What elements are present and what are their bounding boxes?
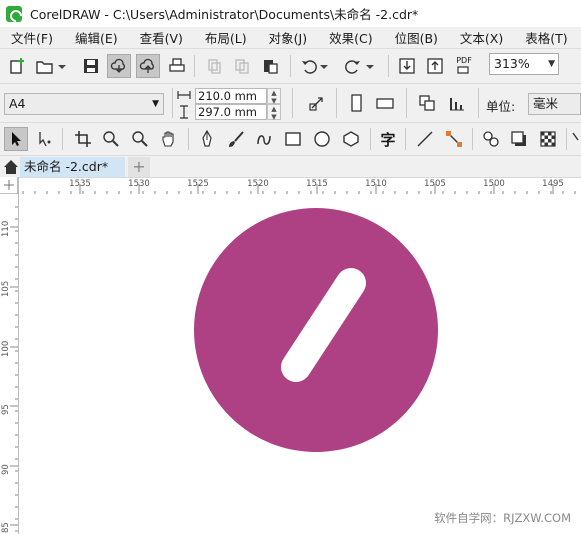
save-icon[interactable] — [80, 55, 102, 77]
window-title: CorelDRAW - C:\Users\Administrator\Docum… — [30, 7, 419, 22]
shadow-tool-icon[interactable] — [508, 128, 530, 150]
redo-icon[interactable] — [342, 55, 364, 77]
height-spinner[interactable]: ▲ ▼ — [267, 104, 281, 121]
current-page-icon[interactable] — [446, 92, 468, 114]
ruler-label: 1515 — [306, 179, 328, 189]
open-icon[interactable] — [34, 55, 56, 77]
page-size-chevron-icon: ▼ — [152, 99, 159, 109]
ruler-origin-corner[interactable] — [0, 177, 18, 194]
zoom-level-field[interactable]: 313% ▼ — [489, 53, 559, 75]
menu-object[interactable]: 对象(J) — [258, 28, 318, 47]
zoom-dropdown-chevron-icon[interactable]: ▼ — [548, 54, 555, 74]
ruler-label: 95 — [1, 404, 11, 415]
document-tab-bar: 未命名 -2.cdr* + — [0, 155, 581, 178]
horizontal-ruler[interactable]: 1535 1530 1525 1520 1515 1510 1505 1500 … — [18, 177, 581, 195]
crop-tool-icon[interactable] — [72, 128, 94, 150]
brush-tool-icon[interactable] — [225, 128, 247, 150]
artwork — [194, 208, 438, 452]
open-dropdown-chevron-icon[interactable] — [56, 55, 68, 77]
add-tab-button[interactable]: + — [128, 157, 150, 178]
ruler-label: 100 — [1, 340, 11, 357]
page-size-value: A4 — [9, 96, 26, 111]
ruler-label: 85 — [1, 522, 11, 533]
unit-value: 毫米 — [533, 96, 559, 111]
page-size-select[interactable]: A4 ▼ — [4, 93, 164, 115]
unit-label: 单位: — [486, 99, 516, 114]
new-document-icon[interactable] — [6, 55, 28, 77]
ruler-label: 1510 — [365, 179, 387, 189]
width-icon — [176, 87, 192, 103]
zoom-out-icon[interactable] — [129, 128, 151, 150]
drawing-canvas[interactable]: 软件自学网：RJZXW.COM — [19, 194, 581, 534]
menu-view[interactable]: 查看(V) — [129, 28, 194, 47]
transparency-tool-icon[interactable] — [537, 128, 559, 150]
ruler-label: 105 — [1, 280, 11, 297]
title-bar: CorelDRAW - C:\Users\Administrator\Docum… — [0, 0, 581, 27]
landscape-icon[interactable] — [374, 92, 396, 114]
menu-file[interactable]: 文件(F) — [0, 28, 64, 47]
standard-toolbar: PDF 313% ▼ — [0, 48, 581, 83]
ellipse-tool-icon[interactable] — [311, 128, 333, 150]
watermark: 软件自学网：RJZXW.COM — [434, 511, 571, 525]
vertical-ruler[interactable]: 110 105 100 95 90 85 — [0, 177, 19, 534]
connector-tool-icon[interactable] — [443, 128, 465, 150]
page-height-input[interactable]: 297.0 mm — [195, 104, 267, 120]
print-icon[interactable] — [166, 55, 188, 77]
zoom-tool-icon[interactable] — [100, 128, 122, 150]
redo-dropdown-chevron-icon[interactable] — [364, 55, 376, 77]
cloud-upload-icon[interactable] — [136, 54, 160, 78]
freehand-tool-icon[interactable] — [253, 128, 275, 150]
shape-tool-icon[interactable] — [34, 128, 56, 150]
ruler-label: 1520 — [247, 179, 269, 189]
document-tab[interactable]: 未命名 -2.cdr* — [20, 157, 125, 178]
ruler-label: 1500 — [483, 179, 505, 189]
export-pdf-icon[interactable]: PDF — [453, 54, 475, 76]
ruler-label: 90 — [1, 464, 11, 475]
ruler-label: 1525 — [187, 179, 209, 189]
ruler-label: 1495 — [542, 179, 564, 189]
polygon-tool-icon[interactable] — [340, 128, 362, 150]
cut-icon[interactable] — [203, 55, 225, 77]
pan-tool-icon[interactable] — [158, 128, 180, 150]
undo-dropdown-chevron-icon[interactable] — [318, 55, 330, 77]
pick-tool-icon[interactable] — [4, 127, 28, 151]
property-bar: A4 ▼ 210.0 mm ▲ ▼ 297.0 mm ▲ ▼ 单位: 毫米 — [0, 83, 581, 122]
cloud-download-icon[interactable] — [107, 54, 131, 78]
menu-text[interactable]: 文本(X) — [449, 28, 514, 47]
text-tool-icon[interactable]: 字 — [377, 128, 399, 150]
menu-layout[interactable]: 布局(L) — [194, 28, 258, 47]
import-icon[interactable] — [396, 55, 418, 77]
paste-icon[interactable] — [259, 55, 281, 77]
more-tools-icon[interactable] — [572, 128, 581, 150]
ruler-label: 1505 — [424, 179, 446, 189]
rectangle-tool-icon[interactable] — [282, 128, 304, 150]
blend-tool-icon[interactable] — [480, 128, 502, 150]
pen-tool-icon[interactable] — [196, 128, 218, 150]
ruler-label: 1530 — [128, 179, 150, 189]
ruler-label: 110 — [1, 220, 11, 237]
line-tool-icon[interactable] — [414, 128, 436, 150]
home-icon[interactable] — [0, 156, 22, 178]
toolbox: 字 — [0, 122, 581, 155]
unit-select[interactable]: 毫米 — [528, 93, 581, 115]
coreldraw-logo-icon — [6, 5, 22, 22]
menu-bar: 文件(F) 编辑(E) 查看(V) 布局(L) 对象(J) 效果(C) 位图(B… — [0, 27, 581, 48]
all-pages-icon[interactable] — [416, 92, 438, 114]
zoom-value: 313% — [494, 56, 530, 71]
export-icon[interactable] — [424, 55, 446, 77]
menu-effects[interactable]: 效果(C) — [318, 28, 383, 47]
page-width-input[interactable]: 210.0 mm — [195, 88, 267, 104]
copy-icon[interactable] — [231, 55, 253, 77]
height-icon — [176, 104, 192, 120]
menu-table[interactable]: 表格(T) — [514, 28, 578, 47]
ruler-label: 1535 — [69, 179, 91, 189]
pdf-label: PDF — [456, 55, 472, 65]
undo-icon[interactable] — [298, 55, 320, 77]
paper-orientation-settings-icon[interactable] — [306, 92, 328, 114]
width-spinner[interactable]: ▲ ▼ — [267, 88, 281, 105]
menu-bitmaps[interactable]: 位图(B) — [384, 28, 449, 47]
portrait-icon[interactable] — [345, 92, 367, 114]
menu-edit[interactable]: 编辑(E) — [64, 28, 129, 47]
